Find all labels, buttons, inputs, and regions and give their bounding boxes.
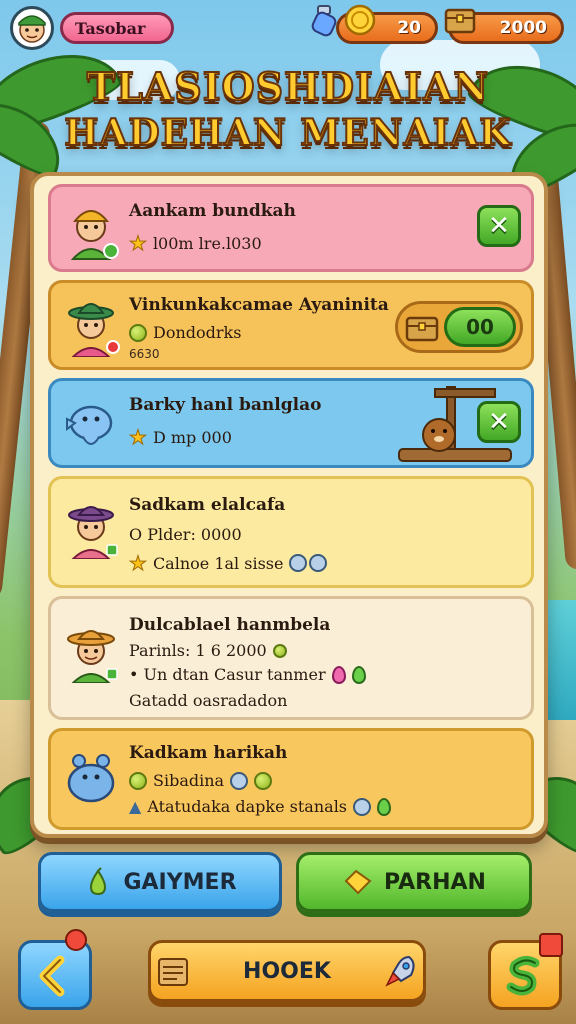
quest-detail: O Plder: 0000 [129,525,242,544]
screen-title: TLASIOSHDIAIAN HADEHAN MENAIAK [0,63,576,156]
quest-title: Aankam bundkah [129,201,296,221]
silver-coin-icon [353,797,372,816]
potion-bottle-icon [311,5,337,37]
star-icon: ★ [129,425,148,450]
safari-hat-avatar-icon [67,630,118,683]
quest-title: Dulcablael hanmbela [129,615,331,635]
dismiss-quest-button[interactable]: ✕ [477,205,521,247]
coin-icon [272,643,287,658]
quest-detail: ★ l00m lre.l030 [129,231,262,256]
silver-coin-icon [309,554,328,572]
quest-title: Barky hanl banlglao [129,395,322,415]
quest-detail: Dondodrks [129,323,241,342]
quest-detail: ★ D mp 000 [129,425,232,450]
map-scroll-icon [158,958,189,986]
shop-button[interactable] [488,933,563,1010]
rocket-icon [385,955,415,987]
back-button[interactable] [18,929,92,1010]
title-line-1: TLASIOSHDIAIAN [86,63,490,110]
quest-card[interactable]: Vinkunkakcamae Ayaninita Dondodrks 6630 … [48,280,534,370]
treasure-chest-icon [405,316,439,342]
quest-detail: Gatadd oasradadon [129,691,288,710]
pink-gem-icon [331,665,346,684]
quest-panel: Aankam bundkah ★ l00m lre.l030 ✕ Vinkunk… [30,172,548,838]
player-avatar[interactable] [10,6,54,50]
explorer-avatar-icon [70,210,119,260]
gold-coin-icon [344,4,376,36]
coin-icon [129,323,147,342]
silver-coin-icon [230,771,249,790]
quest-card[interactable]: Aankam bundkah ★ l00m lre.l030 ✕ [48,184,534,272]
parhan-label: PARHAN [384,869,486,895]
reward-slot: 00 [395,301,523,353]
player-avatar-icon [18,15,46,43]
dismiss-quest-button[interactable]: ✕ [477,401,521,443]
quest-detail: ★ Calnoe 1al sisse [129,551,328,576]
quest-card[interactable]: Kadkam harikah Sibadina ▲ Atatudaka dapk… [48,728,534,830]
player-name-label[interactable]: Tasobar [60,12,174,44]
notification-badge [539,933,563,957]
star-icon: ★ [129,551,148,576]
cowboy-avatar-icon [68,506,118,559]
ticket-icon [344,869,372,895]
drop-icon: ▲ [129,797,142,816]
pear-icon [90,867,107,896]
hooek-label: HOOEK [243,958,331,984]
star-icon: ★ [129,231,148,256]
treasure-chest-icon [444,8,476,34]
green-gem-icon [377,797,392,816]
back-arrow-icon [39,955,65,997]
quest-detail: ▲ Atatudaka dapke stanals [129,797,392,816]
claim-reward-button[interactable]: 00 [444,307,516,347]
parhan-button[interactable]: PARHAN [296,852,532,912]
gaiymer-button[interactable]: GAIYMER [38,852,282,912]
hooek-button[interactable]: HOOEK [148,940,426,1002]
fish-creature-icon [66,405,113,445]
coin-icon [129,771,147,790]
coin-icon [254,771,273,790]
quest-title: Vinkunkakcamae Ayaninita [129,295,389,315]
quest-card[interactable]: Dulcablael hanmbela Parinls: 1 6 2000 • … [48,596,534,720]
coin-count: 20 [397,18,421,38]
green-gem-icon [351,665,366,684]
quest-detail: Sibadina [129,771,273,790]
silver-coin-icon [289,554,308,572]
quest-card[interactable]: Sadkam elalcafa O Plder: 0000 ★ Calnoe 1… [48,476,534,588]
gaiymer-label: GAIYMER [123,869,237,895]
notification-dot [65,929,87,951]
hippo-creature-icon [67,754,115,803]
top-bar: Tasobar 20 2000 [10,4,566,50]
quest-subtext: 6630 [129,347,160,361]
quest-detail: • Un dtan Casur tanmer [129,665,366,684]
hat-man-avatar-icon [68,303,120,357]
quest-detail: Parinls: 1 6 2000 [129,641,287,660]
quest-title: Sadkam elalcafa [129,495,286,515]
title-line-2: HADEHAN MENAIAK [63,111,512,155]
quest-card[interactable]: Barky hanl banlglao ★ D mp 000 ✕ [48,378,534,468]
chest-count: 2000 [499,18,547,38]
quest-title: Kadkam harikah [129,743,288,763]
